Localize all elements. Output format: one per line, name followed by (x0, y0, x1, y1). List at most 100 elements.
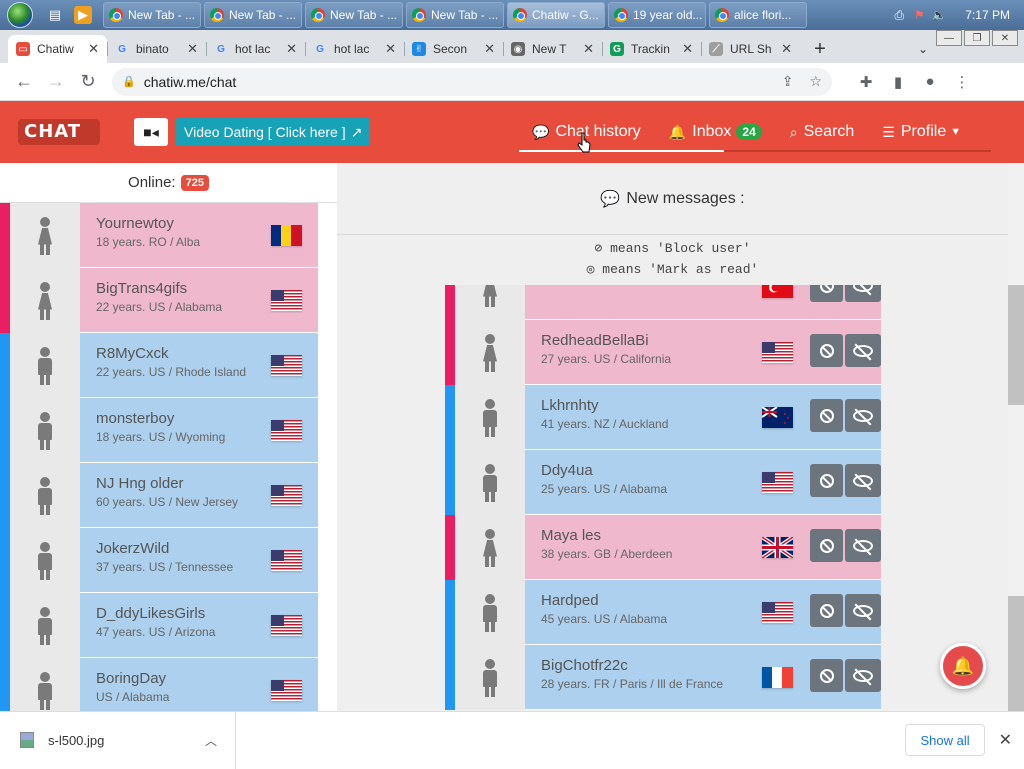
message-card[interactable]: Maya les 38 years. GB / Aberdeen (525, 515, 881, 580)
user-card[interactable]: D_ddyLikesGirls 47 years. US / Arizona (80, 593, 318, 658)
mark-read-button[interactable] (845, 529, 881, 562)
bookmark-star-icon[interactable]: ☆ (809, 73, 822, 90)
search-link[interactable]: ⌕ Search (776, 101, 869, 163)
address-bar[interactable]: 🔒 chatiw.me/chat ⇪ ☆ (112, 67, 832, 96)
user-card[interactable]: NJ Hng older 60 years. US / New Jersey (80, 463, 318, 528)
block-user-button[interactable] (810, 464, 843, 497)
block-user-button[interactable] (810, 659, 843, 692)
message-card[interactable]: Ddy4ua 25 years. US / Alabama (525, 450, 881, 515)
flag-icon[interactable]: ⚑ (911, 8, 927, 22)
mark-read-button[interactable] (845, 464, 881, 497)
user-row[interactable]: R8MyCxck 22 years. US / Rhode Island (0, 333, 337, 398)
taskbar-window-button[interactable]: New Tab - ... (406, 2, 504, 28)
taskbar-window-button[interactable]: New Tab - ... (103, 2, 201, 28)
extensions-puzzle-icon[interactable]: ✚ (850, 73, 882, 91)
user-row[interactable]: JokerzWild 37 years. US / Tennessee (0, 528, 337, 593)
maximize-icon[interactable]: ❐ (964, 30, 990, 46)
close-tab-icon[interactable]: ✕ (385, 41, 396, 57)
user-row[interactable]: Yournewtoy 18 years. RO / Alba (0, 203, 337, 268)
message-row[interactable]: Hardped 45 years. US / Alabama (445, 580, 881, 645)
message-card[interactable]: RedheadBellaBi 27 years. US / California (525, 320, 881, 385)
user-card[interactable]: BigTrans4gifs 22 years. US / Alabama (80, 268, 318, 333)
notification-bell-button[interactable]: 🔔 (940, 643, 986, 689)
message-card[interactable]: Lkhrnhty 41 years. NZ / Auckland (525, 385, 881, 450)
user-card[interactable]: R8MyCxck 22 years. US / Rhode Island (80, 333, 318, 398)
reload-button[interactable]: ↻ (72, 66, 104, 98)
profile-avatar-icon[interactable]: ● (914, 73, 946, 91)
taskbar-window-button[interactable]: alice flori... (709, 2, 807, 28)
close-tab-icon[interactable]: ✕ (187, 41, 198, 57)
chevron-up-icon[interactable]: ︿ (205, 732, 217, 749)
user-row[interactable]: D_ddyLikesGirls 47 years. US / Arizona (0, 593, 337, 658)
browser-tab[interactable]: Ghot lac ✕ (305, 35, 404, 63)
message-card[interactable]: Hardped 45 years. US / Alabama (525, 580, 881, 645)
minimize-icon[interactable]: — (936, 30, 962, 46)
browser-tab[interactable]: Ghot lac ✕ (206, 35, 305, 63)
user-row[interactable]: BoringDay US / Alabama (0, 658, 337, 711)
video-camera-button[interactable]: ■◂ (134, 118, 168, 146)
avatar (455, 515, 525, 580)
user-row[interactable]: NJ Hng older 60 years. US / New Jersey (0, 463, 337, 528)
browser-tab[interactable]: ⟋ URL Sh ✕ (701, 35, 800, 63)
close-tab-icon[interactable]: ✕ (781, 41, 792, 57)
close-download-bar-icon[interactable]: ✕ (999, 730, 1012, 750)
mark-read-button[interactable] (845, 659, 881, 692)
forward-button[interactable]: → (40, 66, 72, 98)
chatiw-logo[interactable]: CHAT (18, 113, 100, 151)
back-button[interactable]: ← (8, 66, 40, 98)
block-user-button[interactable] (810, 529, 843, 562)
mark-read-button[interactable] (845, 334, 881, 367)
user-card[interactable]: monsterboy 18 years. US / Wyoming (80, 398, 318, 463)
block-user-button[interactable] (810, 399, 843, 432)
inbox-link[interactable]: 🔔 Inbox 24 (655, 101, 776, 163)
profile-dropdown[interactable]: ☰ Profile ▼ (868, 101, 975, 163)
new-tab-button[interactable]: + (806, 35, 834, 63)
scrollbar-thumb[interactable] (1008, 596, 1024, 711)
mark-read-button[interactable] (845, 594, 881, 627)
share-icon[interactable]: ⇪ (782, 73, 794, 90)
clock[interactable]: 7:17 PM (965, 8, 1010, 22)
message-row[interactable]: Maya les 38 years. GB / Aberdeen (445, 515, 881, 580)
folder-icon[interactable]: ▤ (44, 4, 66, 26)
block-user-button[interactable] (810, 334, 843, 367)
browser-tab[interactable]: ◉ New T ✕ (503, 35, 602, 63)
close-window-icon[interactable]: ✕ (992, 30, 1018, 46)
message-row[interactable]: Lkhrnhty 41 years. NZ / Auckland (445, 385, 881, 450)
user-row[interactable]: BigTrans4gifs 22 years. US / Alabama (0, 268, 337, 333)
taskbar-window-button[interactable]: 19 year old... (608, 2, 706, 28)
browser-tab[interactable]: G Trackin ✕ (602, 35, 701, 63)
close-tab-icon[interactable]: ✕ (583, 41, 594, 57)
user-card[interactable]: JokerzWild 37 years. US / Tennessee (80, 528, 318, 593)
start-button[interactable] (0, 0, 40, 30)
mark-read-button[interactable] (845, 399, 881, 432)
user-card[interactable]: BoringDay US / Alabama (80, 658, 318, 711)
user-row[interactable]: monsterboy 18 years. US / Wyoming (0, 398, 337, 463)
close-tab-icon[interactable]: ✕ (286, 41, 297, 57)
taskbar-window-button[interactable]: New Tab - ... (305, 2, 403, 28)
volume-icon[interactable]: 🔈 (931, 8, 947, 22)
tab-search-button[interactable]: ⌄ (918, 35, 928, 63)
close-tab-icon[interactable]: ✕ (484, 41, 495, 57)
close-tab-icon[interactable]: ✕ (682, 41, 693, 57)
browser-tab[interactable]: ▭ Chatiw ✕ (8, 35, 107, 63)
taskbar-window-button[interactable]: Chatiw - G... (507, 2, 605, 28)
close-tab-icon[interactable]: ✕ (88, 41, 99, 57)
browser-tab[interactable]: ✌ Secon ✕ (404, 35, 503, 63)
download-item[interactable]: s-l500.jpg ︿ (0, 711, 236, 769)
browser-menu-icon[interactable]: ⋮ (946, 73, 978, 91)
message-row[interactable]: RedheadBellaBi 27 years. US / California (445, 320, 881, 385)
message-row[interactable]: BigChotfr22c 28 years. FR / Paris / Ill d… (445, 645, 881, 710)
lock-icon[interactable]: 🔒 (122, 75, 136, 88)
media-player-icon[interactable]: ▶ (74, 6, 92, 24)
taskbar-window-button[interactable]: New Tab - ... (204, 2, 302, 28)
show-all-button[interactable]: Show all (905, 724, 985, 756)
block-user-button[interactable] (810, 594, 843, 627)
network-icon[interactable]: ⎙ (891, 8, 907, 23)
browser-tab[interactable]: Gbinato ✕ (107, 35, 206, 63)
inner-scrollbar-thumb[interactable] (1008, 285, 1024, 405)
message-card[interactable]: BigChotfr22c 28 years. FR / Paris / Ill d… (525, 645, 881, 710)
side-panel-icon[interactable]: ▮ (882, 73, 914, 91)
user-card[interactable]: Yournewtoy 18 years. RO / Alba (80, 203, 318, 268)
video-dating-button[interactable]: Video Dating [ Click here ] ↗ (176, 118, 371, 146)
message-row[interactable]: Ddy4ua 25 years. US / Alabama (445, 450, 881, 515)
